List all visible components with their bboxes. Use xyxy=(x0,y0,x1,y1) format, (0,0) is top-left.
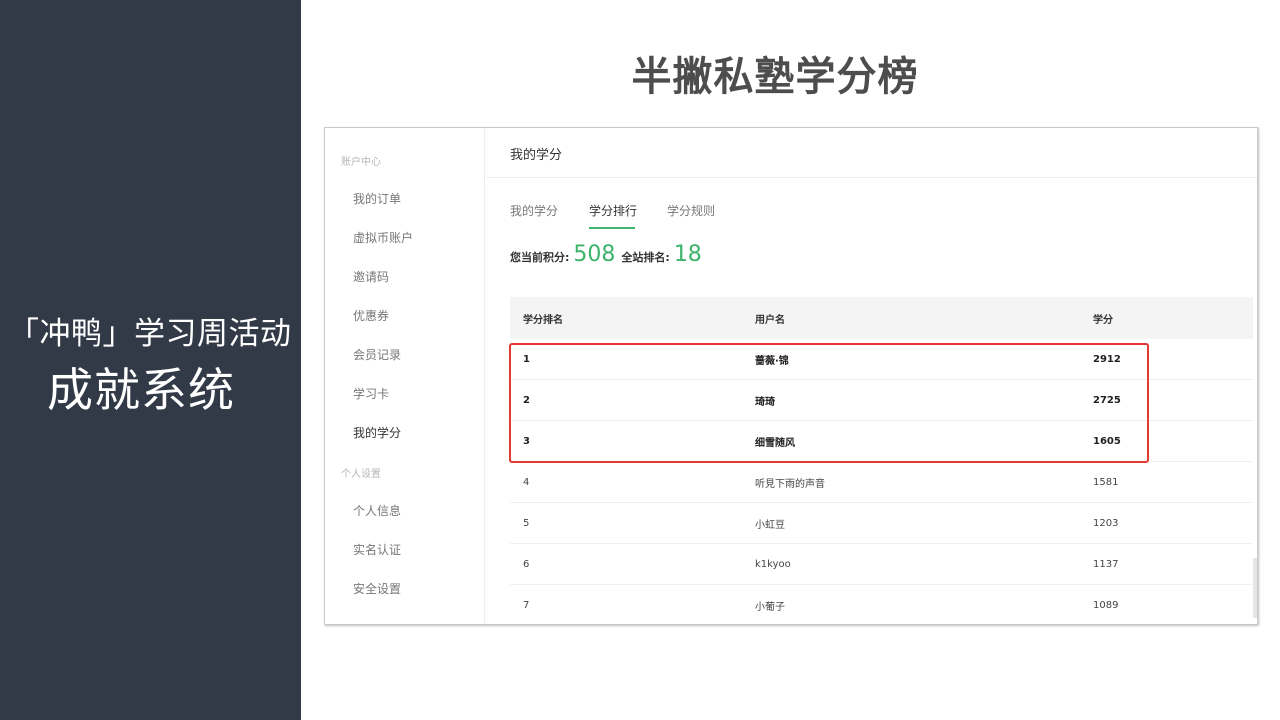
active-tab-indicator xyxy=(589,227,635,229)
achievement-system-title: 成就系统 xyxy=(47,363,235,417)
username-cell: 细雪随风 xyxy=(755,437,795,449)
score-cell: 1203 xyxy=(1093,517,1119,529)
sidebar-item-invite-code[interactable]: 邀请码 xyxy=(353,268,389,285)
table-row: 6 k1kyoo 1137 xyxy=(510,544,1253,585)
score-cell: 1137 xyxy=(1093,558,1119,570)
rank-cell: 6 xyxy=(523,558,530,570)
score-cell: 1581 xyxy=(1093,476,1119,488)
left-panel: 「冲鸭」学习周活动 成就系统 xyxy=(0,0,301,720)
current-points-value: 508 xyxy=(573,242,616,267)
username-cell: k1kyoo xyxy=(755,558,791,570)
header-credits: 学分 xyxy=(1093,314,1113,326)
score-cell: 1605 xyxy=(1093,435,1121,447)
sidebar-item-my-credits[interactable]: 我的学分 xyxy=(353,424,401,441)
sidebar-item-virtual-currency[interactable]: 虚拟币账户 xyxy=(353,229,413,246)
rank-cell: 5 xyxy=(523,517,530,529)
rank-cell: 1 xyxy=(523,353,530,365)
sidebar-group-personal: 个人设置 xyxy=(341,469,381,480)
sidebar-item-membership[interactable]: 会员记录 xyxy=(353,346,401,363)
username-cell: 琦琦 xyxy=(755,396,775,408)
main-header: 我的学分 xyxy=(486,128,1257,178)
main-content: 我的学分 我的学分 学分排行 学分规则 您当前积分: 508 全站排名: 18 学分排… xyxy=(486,128,1257,624)
username-cell: 听見下雨的声音 xyxy=(755,478,825,490)
table-row: 1 蔷薇·锦 2912 xyxy=(510,339,1253,380)
header-username: 用户名 xyxy=(755,314,785,326)
site-rank-value: 18 xyxy=(673,242,702,267)
tab-credit-ranking[interactable]: 学分排行 xyxy=(589,202,637,219)
score-summary: 您当前积分: 508 全站排名: 18 xyxy=(510,242,708,272)
sidebar-item-study-card[interactable]: 学习卡 xyxy=(353,385,389,402)
slide: 「冲鸭」学习周活动 成就系统 半撇私塾学分榜 账户中心 我的订单 虚拟币账户 邀… xyxy=(0,0,1280,720)
rank-cell: 7 xyxy=(523,599,530,611)
table-row: 2 琦琦 2725 xyxy=(510,380,1253,421)
score-cell: 2725 xyxy=(1093,394,1121,406)
sidebar-group-account: 账户中心 xyxy=(341,157,381,168)
rank-cell: 2 xyxy=(523,394,530,406)
sidebar-item-verification[interactable]: 实名认证 xyxy=(353,541,401,558)
site-rank-label: 全站排名: xyxy=(621,251,670,264)
header-rank: 学分排名 xyxy=(523,314,563,326)
sidebar-item-profile[interactable]: 个人信息 xyxy=(353,502,401,519)
tab-credit-rules[interactable]: 学分规则 xyxy=(667,202,715,219)
table-row: 7 小葡子 1089 xyxy=(510,585,1253,624)
sidebar-item-coupons[interactable]: 优惠券 xyxy=(353,307,389,324)
activity-title: 「冲鸭」学习周活动 xyxy=(8,316,292,352)
username-cell: 小葡子 xyxy=(755,601,785,613)
tab-my-credits[interactable]: 我的学分 xyxy=(510,202,558,219)
slide-title: 半撇私塾学分榜 xyxy=(631,54,919,100)
table-row: 3 细雪随风 1605 xyxy=(510,421,1253,462)
current-points-label: 您当前积分: xyxy=(510,251,570,264)
score-cell: 2912 xyxy=(1093,353,1121,365)
table-header: 学分排名 用户名 学分 xyxy=(510,297,1253,339)
page-title: 我的学分 xyxy=(510,148,563,163)
sidebar-item-security[interactable]: 安全设置 xyxy=(353,580,401,597)
scrollbar[interactable] xyxy=(1253,558,1257,618)
ranking-table: 学分排名 用户名 学分 1 蔷薇·锦 2912 2 琦琦 2725 3 细雪随风 xyxy=(510,297,1253,624)
score-cell: 1089 xyxy=(1093,599,1119,611)
rank-cell: 3 xyxy=(523,435,530,447)
username-cell: 蔷薇·锦 xyxy=(755,355,789,367)
sidebar: 账户中心 我的订单 虚拟币账户 邀请码 优惠券 会员记录 学习卡 我的学分 个人… xyxy=(325,128,485,624)
table-row: 4 听見下雨的声音 1581 xyxy=(510,462,1253,503)
rank-cell: 4 xyxy=(523,476,530,488)
username-cell: 小虹豆 xyxy=(755,519,785,531)
embedded-screenshot: 账户中心 我的订单 虚拟币账户 邀请码 优惠券 会员记录 学习卡 我的学分 个人… xyxy=(324,127,1258,625)
table-row: 5 小虹豆 1203 xyxy=(510,503,1253,544)
sidebar-item-orders[interactable]: 我的订单 xyxy=(353,190,401,207)
